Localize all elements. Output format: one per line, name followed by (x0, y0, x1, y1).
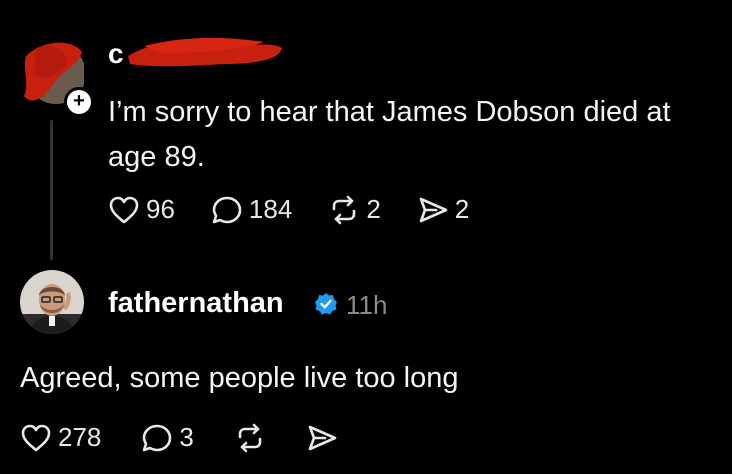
send-icon (419, 197, 448, 222)
heart-icon (21, 424, 51, 451)
post-actions: 96 184 2 2 (108, 194, 505, 225)
like-count: 278 (58, 422, 102, 452)
redaction-mark (124, 34, 284, 72)
send-icon (308, 425, 337, 450)
repost-count: 2 (366, 194, 381, 224)
post-author-redacted[interactable]: c (108, 38, 124, 70)
verified-badge-icon (314, 292, 338, 316)
like-button[interactable]: 278 (20, 422, 101, 453)
thread-connector (50, 120, 53, 260)
post-author[interactable]: fathernathan (108, 287, 284, 320)
heart-icon (109, 196, 139, 223)
like-button[interactable]: 96 (108, 194, 175, 225)
repost-icon (333, 195, 356, 224)
post-timestamp: 11h (346, 290, 388, 320)
follow-plus-icon[interactable]: + (64, 87, 94, 117)
repost-button[interactable] (234, 423, 266, 453)
avatar[interactable] (20, 270, 84, 334)
share-count: 2 (454, 194, 470, 224)
reply-button[interactable]: 184 (211, 194, 292, 225)
reply-button[interactable]: 3 (141, 422, 194, 453)
share-button[interactable]: 2 (417, 194, 469, 225)
share-button[interactable] (306, 423, 338, 453)
post-actions: 278 3 (20, 422, 378, 453)
repost-button[interactable]: 2 (328, 194, 381, 225)
comment-icon (143, 424, 172, 451)
post-text: I’m sorry to hear that James Dobson died… (108, 96, 671, 173)
comment-icon (212, 196, 242, 223)
reply-count: 184 (248, 194, 293, 224)
like-count: 96 (146, 194, 175, 224)
repost-icon (238, 423, 262, 452)
reply-count: 3 (179, 422, 194, 452)
post-text: Agreed, some people live too long (20, 362, 459, 394)
